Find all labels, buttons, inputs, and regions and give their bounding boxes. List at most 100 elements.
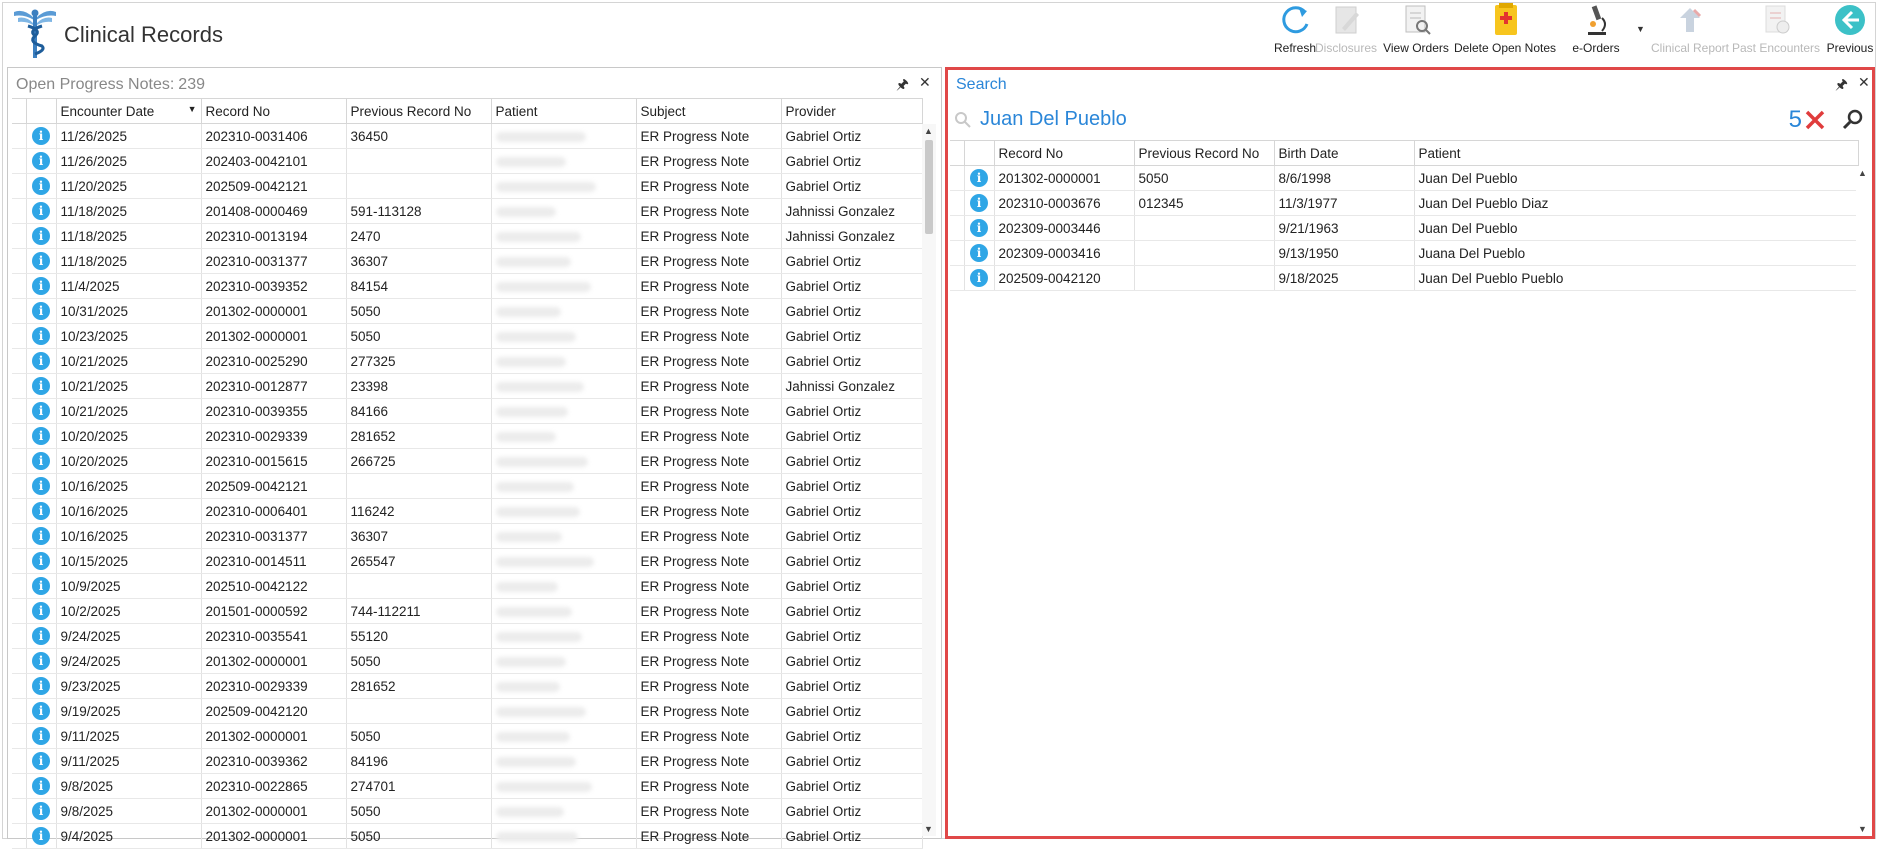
info-icon-cell[interactable]: i xyxy=(26,673,57,699)
info-icon[interactable]: i xyxy=(32,727,50,745)
info-icon-cell[interactable]: i xyxy=(26,148,57,174)
row-selector[interactable] xyxy=(950,215,965,241)
column-header-encounter-date[interactable]: Encounter Date ▼ xyxy=(56,98,202,124)
info-icon[interactable]: i xyxy=(32,702,50,720)
disclosures-button[interactable]: Disclosures xyxy=(1314,0,1378,58)
row-selector[interactable] xyxy=(950,190,965,216)
info-icon-cell[interactable]: i xyxy=(26,323,57,349)
info-icon-cell[interactable]: i xyxy=(26,398,57,424)
pin-icon[interactable]: 🖈 xyxy=(1835,74,1848,98)
view-orders-button[interactable]: View Orders xyxy=(1381,0,1451,58)
row-selector[interactable] xyxy=(950,165,965,191)
column-header-provider[interactable]: Provider xyxy=(781,98,923,124)
info-icon[interactable]: i xyxy=(32,227,50,245)
column-header-birth-date[interactable]: Birth Date xyxy=(1274,140,1415,166)
row-selector[interactable] xyxy=(12,548,27,574)
table-row[interactable]: i 9/11/2025 201302-0000001 5050 ER Progress … xyxy=(12,723,923,749)
row-selector[interactable] xyxy=(12,423,27,449)
search-query[interactable]: Juan Del Pueblo xyxy=(980,108,1127,131)
info-icon[interactable]: i xyxy=(970,194,988,212)
row-selector[interactable] xyxy=(12,523,27,549)
row-selector[interactable] xyxy=(12,348,27,374)
table-row[interactable]: i 11/4/2025 202310-0039352 84154 ER Progress… xyxy=(12,273,923,299)
table-row[interactable]: i 10/16/2025 202509-0042121 ER Progress Not… xyxy=(12,473,923,499)
table-row[interactable]: i 11/26/2025 202310-0031406 36450 ER Progres… xyxy=(12,123,923,149)
info-icon[interactable]: i xyxy=(32,152,50,170)
info-icon[interactable]: i xyxy=(32,352,50,370)
info-icon-cell[interactable]: i xyxy=(26,373,57,399)
column-header-subject[interactable]: Subject xyxy=(636,98,782,124)
info-icon-cell[interactable]: i xyxy=(26,573,57,599)
e-orders-button[interactable]: e-Orders xyxy=(1566,0,1626,58)
scroll-down-icon[interactable]: ▼ xyxy=(1858,824,1867,834)
table-row[interactable]: i 9/19/2025 202509-0042120 ER Progress Note… xyxy=(12,698,923,724)
table-row[interactable]: i 11/26/2025 202403-0042101 ER Progress Not… xyxy=(12,148,923,174)
info-icon-cell[interactable]: i xyxy=(964,215,995,241)
table-row[interactable]: i 9/8/2025 201302-0000001 5050 ER Progress N… xyxy=(12,798,923,824)
row-selector[interactable] xyxy=(12,198,27,224)
table-row[interactable]: i 202310-0003676 012345 11/3/1977 Juan Del P… xyxy=(950,190,1859,216)
table-row[interactable]: i 10/21/2025 202310-0039355 84166 ER Progres… xyxy=(12,398,923,424)
row-selector[interactable] xyxy=(950,240,965,266)
table-row[interactable]: i 10/31/2025 201302-0000001 5050 ER Progress… xyxy=(12,298,923,324)
info-icon-cell[interactable]: i xyxy=(26,473,57,499)
info-icon[interactable]: i xyxy=(32,377,50,395)
table-row[interactable]: i 11/18/2025 202310-0013194 2470 ER Progress… xyxy=(12,223,923,249)
table-row[interactable]: i 10/16/2025 202310-0031377 36307 ER Progres… xyxy=(12,523,923,549)
info-icon-cell[interactable]: i xyxy=(964,190,995,216)
info-icon[interactable]: i xyxy=(970,219,988,237)
info-icon[interactable]: i xyxy=(32,477,50,495)
row-selector[interactable] xyxy=(12,498,27,524)
info-icon-cell[interactable]: i xyxy=(26,623,57,649)
info-icon[interactable]: i xyxy=(32,252,50,270)
row-selector[interactable] xyxy=(12,773,27,799)
row-selector[interactable] xyxy=(12,398,27,424)
info-icon[interactable]: i xyxy=(32,327,50,345)
info-icon-cell[interactable]: i xyxy=(26,173,57,199)
info-icon-cell[interactable]: i xyxy=(26,723,57,749)
row-selector[interactable] xyxy=(12,148,27,174)
info-icon-cell[interactable]: i xyxy=(964,240,995,266)
table-row[interactable]: i 9/4/2025 201302-0000001 5050 ER Progress N… xyxy=(12,823,923,849)
info-icon[interactable]: i xyxy=(32,127,50,145)
table-row[interactable]: i 9/8/2025 202310-0022865 274701 ER Progress… xyxy=(12,773,923,799)
info-icon[interactable]: i xyxy=(32,577,50,595)
table-row[interactable]: i 201302-0000001 5050 8/6/1998 Juan Del Pueb… xyxy=(950,165,1859,191)
row-selector[interactable] xyxy=(12,323,27,349)
row-selector[interactable] xyxy=(12,173,27,199)
info-icon[interactable]: i xyxy=(970,169,988,187)
vertical-scrollbar[interactable]: ▲ ▼ xyxy=(1856,166,1870,836)
table-row[interactable]: i 9/24/2025 202310-0035541 55120 ER Progress… xyxy=(12,623,923,649)
table-row[interactable]: i 202309-0003416 9/13/1950 Juana Del Pueblo xyxy=(950,240,1859,266)
info-icon-cell[interactable]: i xyxy=(26,223,57,249)
row-selector[interactable] xyxy=(12,673,27,699)
table-row[interactable]: i 11/18/2025 202310-0031377 36307 ER Progres… xyxy=(12,248,923,274)
column-header-record-no[interactable]: Record No xyxy=(994,140,1135,166)
info-icon-cell[interactable]: i xyxy=(26,823,57,849)
close-icon[interactable]: ✕ xyxy=(919,74,931,91)
row-selector[interactable] xyxy=(12,248,27,274)
row-selector[interactable] xyxy=(950,265,965,291)
table-row[interactable]: i 10/20/2025 202310-0029339 281652 ER Progre… xyxy=(12,423,923,449)
row-selector[interactable] xyxy=(12,598,27,624)
info-icon-cell[interactable]: i xyxy=(26,348,57,374)
row-selector[interactable] xyxy=(12,573,27,599)
table-row[interactable]: i 10/23/2025 201302-0000001 5050 ER Progress… xyxy=(12,323,923,349)
table-row[interactable]: i 10/15/2025 202310-0014511 265547 ER Progre… xyxy=(12,548,923,574)
info-icon-cell[interactable]: i xyxy=(26,248,57,274)
row-selector[interactable] xyxy=(12,373,27,399)
row-selector[interactable] xyxy=(12,723,27,749)
delete-open-notes-button[interactable]: Delete Open Notes xyxy=(1453,0,1557,58)
row-selector[interactable] xyxy=(12,223,27,249)
table-row[interactable]: i 10/16/2025 202310-0006401 116242 ER Progre… xyxy=(12,498,923,524)
clear-search-icon[interactable] xyxy=(1804,109,1826,131)
info-icon-cell[interactable]: i xyxy=(964,165,995,191)
pin-icon[interactable]: 🖈 xyxy=(896,74,909,98)
info-icon[interactable]: i xyxy=(32,777,50,795)
info-icon[interactable]: i xyxy=(32,827,50,845)
scroll-up-icon[interactable]: ▲ xyxy=(1858,168,1867,178)
info-icon[interactable]: i xyxy=(32,302,50,320)
column-header-patient[interactable]: Patient xyxy=(1414,140,1859,166)
info-icon[interactable]: i xyxy=(32,177,50,195)
table-row[interactable]: i 9/24/2025 201302-0000001 5050 ER Progress … xyxy=(12,648,923,674)
